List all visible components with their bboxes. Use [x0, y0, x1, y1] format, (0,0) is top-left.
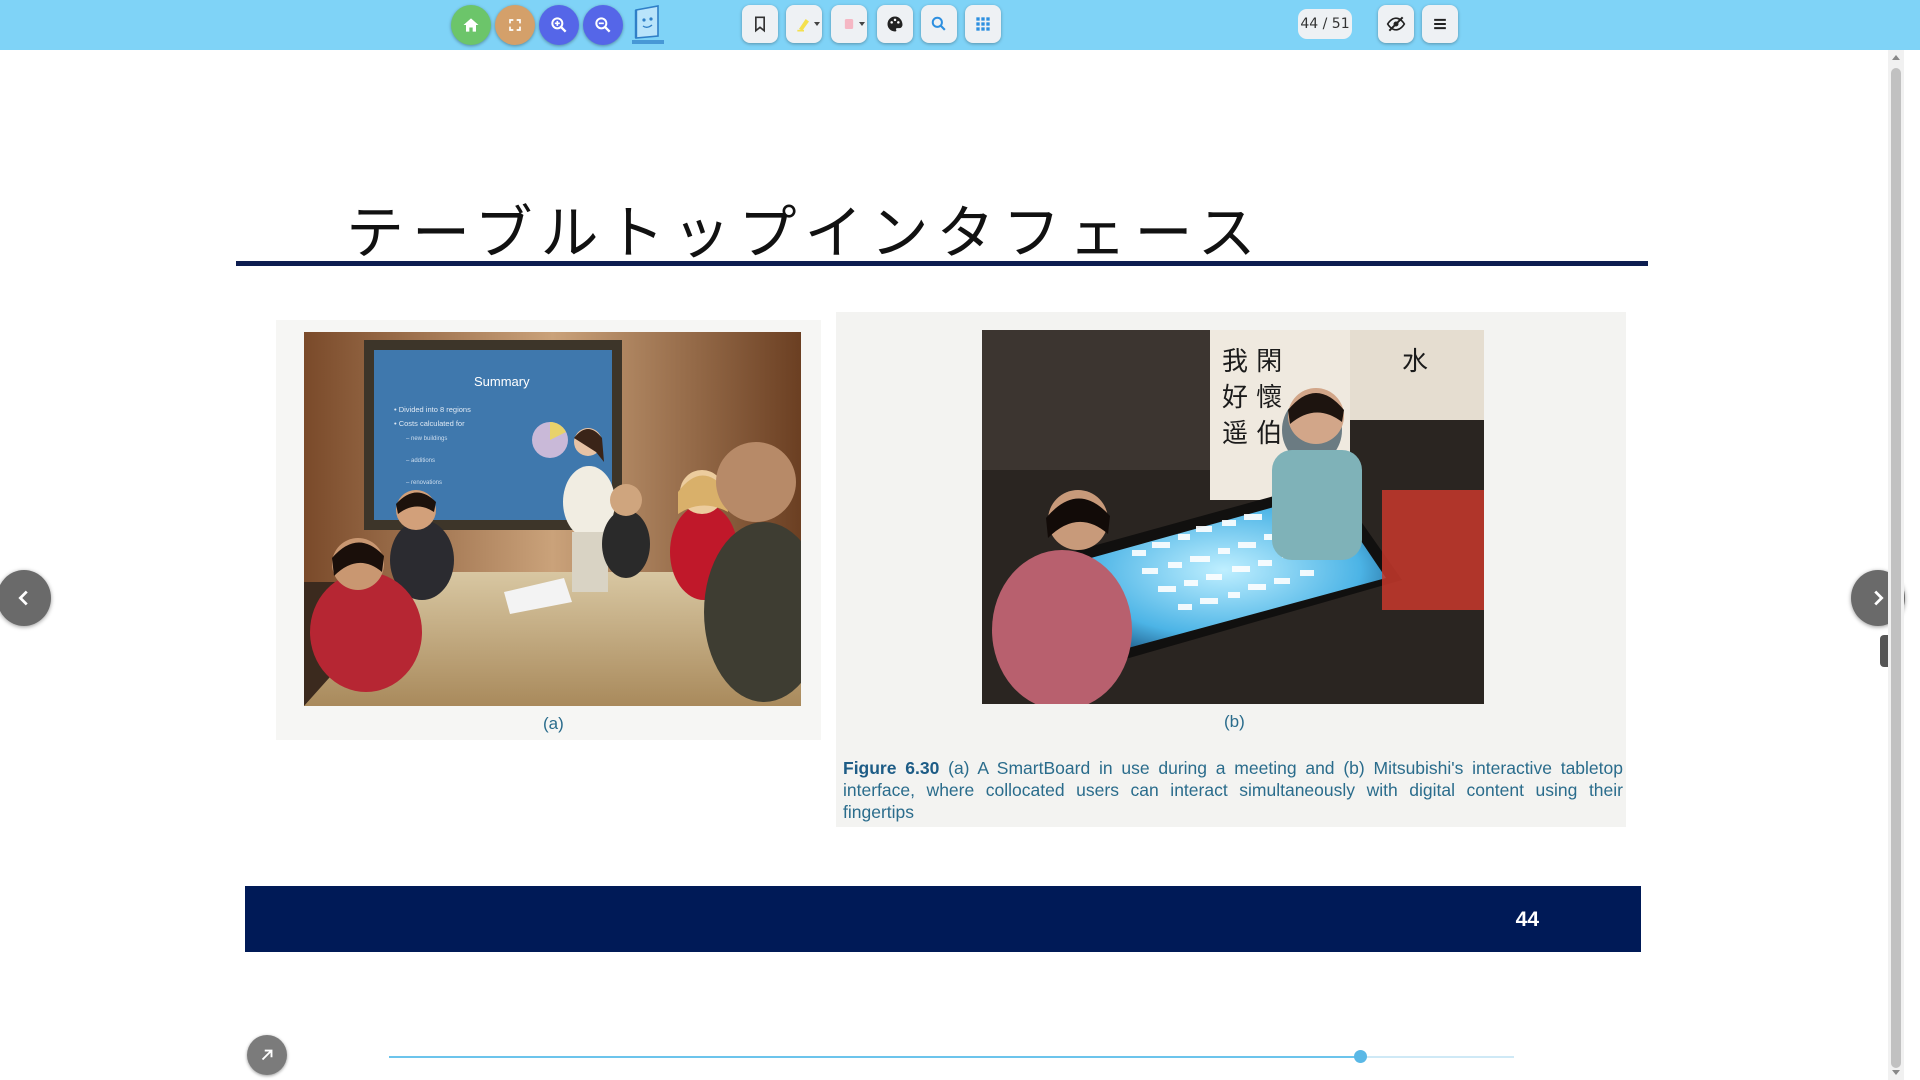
page-counter[interactable]: 44 / 51 [1298, 9, 1352, 39]
home-button[interactable] [451, 5, 491, 45]
zoom-in-button[interactable] [539, 5, 579, 45]
previous-page-button[interactable] [0, 570, 51, 626]
palette-button[interactable] [877, 5, 913, 43]
hide-toolbar-button[interactable] [1378, 5, 1414, 43]
menu-icon [1434, 18, 1446, 30]
vertical-scrollbar[interactable] [1888, 50, 1904, 1080]
page-progress-slider[interactable] [389, 1050, 1514, 1063]
zoom-in-icon [551, 17, 567, 33]
zoom-out-icon [595, 17, 611, 33]
thumbnails-button[interactable] [965, 5, 1001, 43]
figure-caption-label: Figure 6.30 [843, 758, 940, 778]
eraser-dropdown-icon [859, 22, 865, 26]
highlighter-dropdown-icon [814, 22, 820, 26]
svg-text:水: 水 [1402, 347, 1428, 377]
svg-text:遥 伯: 遥 伯 [1222, 419, 1282, 449]
screen-title: Summary [474, 374, 530, 389]
search-button[interactable] [921, 5, 957, 43]
bookmark-icon [755, 16, 765, 33]
slide-title: テーブルトップインタフェース [346, 199, 1264, 267]
tabletop-interface-image: 我 閑 好 懷 遥 伯 水 [982, 330, 1484, 710]
svg-text:好 懷: 好 懷 [1222, 383, 1282, 413]
top-toolbar: 44 / 51 [0, 0, 1920, 50]
logo-icon [632, 5, 664, 44]
highlighter-icon [797, 19, 809, 32]
share-button[interactable] [247, 1035, 287, 1075]
search-icon [931, 16, 946, 31]
photo-b-caption: (b) [1224, 712, 1245, 731]
chevron-right-icon [1874, 590, 1884, 606]
fullscreen-button[interactable] [495, 5, 535, 45]
grid-icon [976, 17, 990, 31]
eraser-icon [844, 19, 854, 29]
fullscreen-icon [509, 19, 521, 31]
svg-text:我 閑: 我 閑 [1222, 347, 1282, 377]
home-icon [463, 18, 479, 32]
arrow-up-right-icon [261, 1049, 273, 1061]
bookmark-button[interactable] [742, 5, 778, 43]
scrollbar-thumb[interactable] [1891, 68, 1901, 1068]
eye-off-icon [1386, 16, 1406, 32]
screen-line: – new buildings [406, 436, 447, 442]
scroll-down-icon[interactable] [1892, 1070, 1900, 1075]
figure-caption-text: (a) A SmartBoard in use during a meeting… [843, 758, 1623, 822]
highlighter-button[interactable] [786, 5, 822, 43]
screen-line: • Costs calculated for [394, 419, 465, 428]
photo-tabletop: 我 閑 好 懷 遥 伯 水 [982, 330, 1484, 710]
screen-line: – renovations [406, 480, 442, 486]
photo-a-caption: (a) [543, 714, 564, 733]
chevron-left-icon [18, 590, 28, 606]
menu-button[interactable] [1422, 5, 1458, 43]
zoom-out-button[interactable] [583, 5, 623, 45]
screen-line: – additions [406, 458, 435, 464]
smartboard-meeting-image: Summary • Divided into 8 regions • Costs… [304, 332, 824, 706]
app-logo[interactable] [628, 4, 668, 46]
page-progress-fill [389, 1056, 1360, 1058]
palette-icon [887, 16, 903, 32]
screen-line: • Divided into 8 regions [394, 405, 471, 414]
page-progress-knob[interactable] [1353, 1050, 1367, 1063]
scroll-up-icon[interactable] [1892, 55, 1900, 60]
slide-page-number: 44 [1515, 908, 1539, 931]
figure-caption: Figure 6.30 (a) A SmartBoard in use duri… [843, 757, 1623, 823]
photo-smartboard: Summary • Divided into 8 regions • Costs… [304, 332, 824, 706]
slide-footer-bar: 44 [245, 886, 1641, 952]
title-rule [236, 261, 1648, 266]
eraser-button[interactable] [831, 5, 867, 43]
